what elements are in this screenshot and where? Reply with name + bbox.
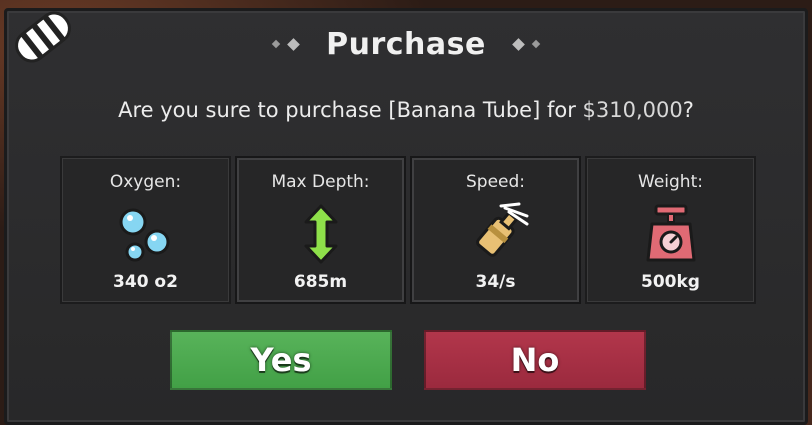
stat-weight: Weight: 500kg <box>585 156 756 304</box>
vertical-arrows-icon <box>304 204 337 264</box>
stat-speed: Speed: 34/s <box>410 156 581 304</box>
decor-diamond <box>531 39 541 49</box>
decor-diamond <box>511 37 525 51</box>
stat-max-depth: Max Depth: 685m <box>235 156 406 304</box>
stat-label: Oxygen: <box>109 172 182 192</box>
decor-diamond <box>287 37 300 51</box>
question-mid: for <box>540 98 583 122</box>
item-name: [Banana Tube] <box>388 98 541 122</box>
dialog-title: Purchase <box>326 26 486 62</box>
item-price: $310,000 <box>582 98 683 122</box>
question-prefix: Are you sure to purchase <box>118 98 389 122</box>
bubbles-icon <box>119 208 169 262</box>
stat-value: 685m <box>293 272 348 292</box>
dialog-header: Purchase <box>0 22 812 66</box>
stat-value: 340 o2 <box>113 272 178 292</box>
stats-row: Oxygen: 340 o2 Max Depth: 685m Speed: 34… <box>60 156 756 304</box>
stat-value: 500kg <box>641 272 700 292</box>
stat-oxygen: Oxygen: 340 o2 <box>60 156 231 304</box>
scale-icon <box>646 204 695 262</box>
stat-label: Speed: <box>465 172 526 192</box>
propeller-icon <box>475 202 528 257</box>
no-button[interactable]: No <box>424 330 646 390</box>
purchase-question: Are you sure to purchase [Banana Tube] f… <box>0 98 812 122</box>
stat-label: Max Depth: <box>271 172 370 192</box>
question-suffix: ? <box>682 98 694 122</box>
decor-diamond <box>271 39 281 49</box>
stat-value: 34/s <box>475 272 516 292</box>
stat-label: Weight: <box>638 172 703 192</box>
yes-button[interactable]: Yes <box>170 330 392 390</box>
